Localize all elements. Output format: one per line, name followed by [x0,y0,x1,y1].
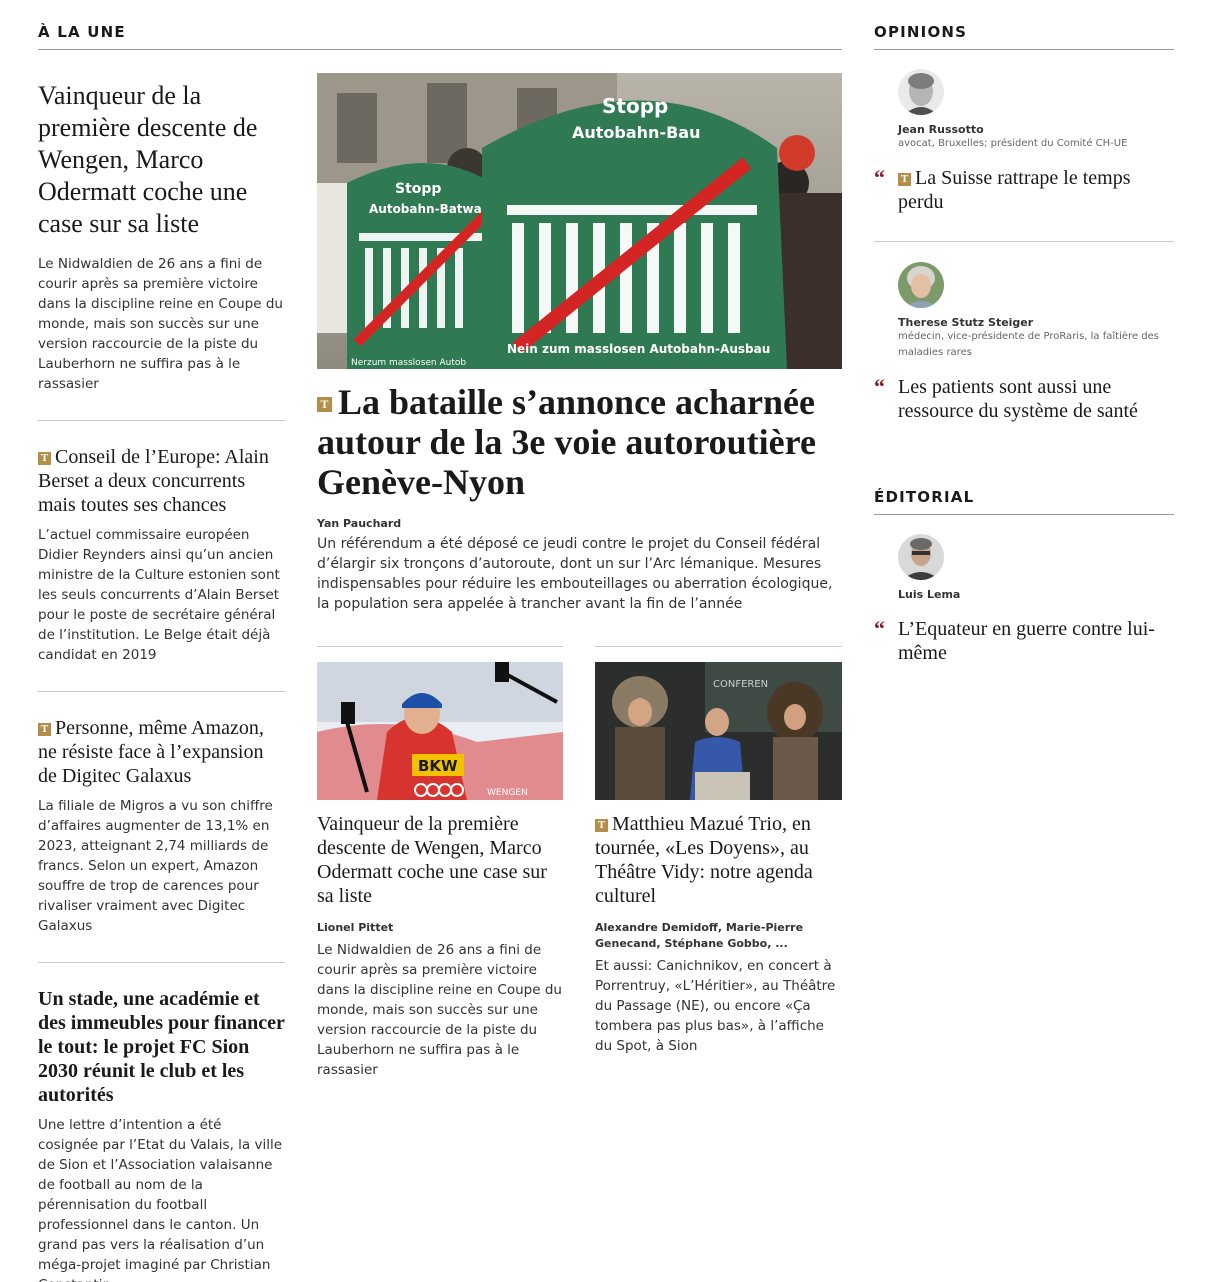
quote-icon: “ [874,165,885,190]
protest-photo: Stopp Autobahn-Bau Stopp Autobahn-Batwa … [317,73,842,369]
section-divider [38,49,842,50]
section-divider [595,646,842,647]
article-title-text[interactable]: Personne, même Amazon, ne résiste face à… [38,717,264,787]
article-lead: Une lettre d’intention a été cosignée pa… [38,1117,283,1282]
main-article-lead: Un référendum a été déposé ce jeudi cont… [317,536,833,612]
opinion-title-text[interactable]: La Suisse rattrape le temps perdu [898,167,1131,213]
opinion-card[interactable]: Therese Stutz Steiger médecin, vice-prés… [874,262,1174,423]
article-author[interactable]: Yan Pauchard [317,516,401,532]
main-article-image[interactable]: Stopp Autobahn-Bau Stopp Autobahn-Batwa … [317,73,842,369]
opinion-title[interactable]: “ Les patients sont aussi une ressource … [874,375,1174,423]
premium-badge-icon: T [898,173,911,186]
author-name[interactable]: Therese Stutz Steiger [898,316,1174,329]
premium-badge-icon: T [317,397,332,412]
article-author[interactable]: Alexandre Demidoff, Marie-Pierre Genecan… [595,920,842,952]
author-name[interactable]: Luis Lema [898,588,1174,601]
article-card[interactable]: T Conseil de l’Europe: Alain Berset a deu… [38,445,285,692]
article-lead: L’actuel commissaire européen Didier Rey… [38,527,280,663]
article-title[interactable]: T Matthieu Mazué Trio, en tournée, «Les D… [595,812,842,908]
premium-badge-icon: T [38,723,51,736]
article-card[interactable]: T Matthieu Mazué Trio, en tournée, «Les D… [595,812,842,1056]
banner-text: Autobahn-Batwa [369,202,482,216]
bib-text: BKW [418,757,458,775]
avatar-photo [898,262,944,308]
article-title-text[interactable]: Matthieu Mazué Trio, en tournée, «Les Do… [595,813,813,907]
section-divider [317,646,563,647]
editorial-title-text[interactable]: L’Equateur en guerre contre lui-même [898,618,1155,664]
banner-text: Autobahn-Bau [572,123,700,142]
premium-badge-icon: T [595,819,608,832]
article-lead: Le Nidwaldien de 26 ans a fini de courir… [38,256,283,392]
banner-text: Nein zum masslosen Autobahn-Ausbau [507,342,770,356]
article-title[interactable]: Vainqueur de la première descente de Wen… [38,80,285,240]
main-article-title[interactable]: T La bataille s’annonce acharnée autour d… [317,382,842,502]
section-title-opinions[interactable]: OPINIONS [874,23,967,41]
author-role: avocat, Bruxelles; président du Comité C… [898,138,1128,149]
avatar-photo [898,534,944,580]
main-article-title-text[interactable]: La bataille s’annonce acharnée autour de… [317,382,816,502]
avatar-photo [898,69,944,115]
board-text: CONFEREN [713,679,768,690]
article-title[interactable]: Vainqueur de la première descente de Wen… [317,812,564,908]
theatre-photo: CONFEREN [595,662,842,800]
section-divider [874,241,1174,242]
section-title-a-la-une[interactable]: À LA UNE [38,23,126,41]
opinion-title-text[interactable]: Les patients sont aussi une ressource du… [898,376,1138,422]
article-card[interactable]: Un stade, une académie et des immeubles … [38,987,285,1282]
opinion-card[interactable]: Jean Russotto avocat, Bruxelles; préside… [874,69,1174,214]
left-article-list: Vainqueur de la première descente de Wen… [38,80,285,1282]
opinion-title[interactable]: “ T La Suisse rattrape le temps perdu [874,166,1174,214]
article-lead: Le Nidwaldien de 26 ans a fini de courir… [317,942,562,1078]
article-title[interactable]: Un stade, une académie et des immeubles … [38,987,285,1107]
place-text: WENGEN [487,788,528,798]
article-lead: Et aussi: Canichnikov, en concert à Porr… [595,958,836,1054]
author-avatar[interactable] [898,262,944,308]
author-avatar[interactable] [898,534,944,580]
quote-icon: “ [874,374,885,399]
banner-text: Stopp [602,94,668,118]
sub-article-image[interactable]: CONFEREN [595,662,842,800]
banner-text: Stopp [395,181,441,197]
skier-photo: BKW WENGEN [317,662,563,800]
article-lead: La filiale de Migros a vu son chiffre d’… [38,798,273,934]
author-role: médecin, vice-présidente de ProRaris, la… [898,331,1159,358]
sub-article-image[interactable]: BKW WENGEN [317,662,563,800]
premium-badge-icon: T [38,452,51,465]
article-card[interactable]: Vainqueur de la première descente de Wen… [38,80,285,421]
article-card[interactable]: Vainqueur de la première descente de Wen… [317,812,564,1080]
article-author[interactable]: Lionel Pittet [317,920,564,936]
article-title[interactable]: T Conseil de l’Europe: Alain Berset a deu… [38,445,285,517]
author-name[interactable]: Jean Russotto [898,123,1174,136]
banner-text: Nerzum masslosen Autob [351,358,466,368]
editorial-card[interactable]: Luis Lema “ L’Equateur en guerre contre … [874,534,1174,665]
article-title-text[interactable]: Conseil de l’Europe: Alain Berset a deux… [38,446,269,516]
article-card[interactable]: T Personne, même Amazon, ne résiste face … [38,716,285,963]
section-title-editorial[interactable]: ÉDITORIAL [874,488,974,506]
article-title[interactable]: T Personne, même Amazon, ne résiste face … [38,716,285,788]
author-avatar[interactable] [898,69,944,115]
section-divider [874,514,1174,515]
quote-icon: “ [874,616,885,641]
editorial-title[interactable]: “ L’Equateur en guerre contre lui-même [874,617,1174,665]
section-divider [874,49,1174,50]
